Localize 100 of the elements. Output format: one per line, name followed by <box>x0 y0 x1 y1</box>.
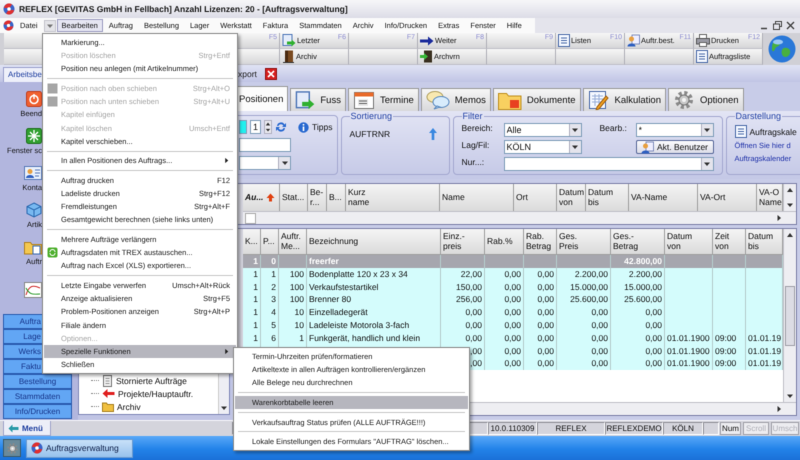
column-header[interactable]: Ges.- Betrag <box>611 229 665 255</box>
tab[interactable]: Optionen <box>668 88 744 111</box>
column-header[interactable]: VA-O Name <box>757 184 783 212</box>
toolbar-button[interactable] <box>625 49 694 65</box>
column-header[interactable]: Ort <box>514 184 557 212</box>
table-row[interactable]: 1 6 1 Funkgerät, handlich und klein 0,00 0,00 0,00 0,00 0,00 01.01.1900 09:00 01.01.19 <box>243 332 783 345</box>
column-header[interactable]: Name <box>440 184 514 212</box>
table-row[interactable]: 1 2 100 Verkaufstestartikel 150,00 0,00 0,00 15.000,00 15.000,00 <box>243 280 783 294</box>
tab[interactable]: Termine <box>348 88 419 111</box>
scroll-thumb[interactable] <box>785 286 795 346</box>
column-header[interactable]: Rab. Betrag <box>524 229 557 255</box>
user-button[interactable]: Akt. Benutzer <box>636 140 714 154</box>
column-header[interactable]: Datum von <box>557 184 586 212</box>
dropdown[interactable]: * <box>636 123 714 137</box>
spin-button[interactable] <box>264 120 272 134</box>
dropdown-arrow-icon <box>571 143 579 151</box>
gear-icon <box>6 442 18 454</box>
column-header[interactable]: Stat... <box>280 184 308 212</box>
column-header[interactable]: Be- r... <box>308 184 327 212</box>
notepad-pencil-icon <box>588 90 610 110</box>
scroll-button[interactable] <box>245 212 256 224</box>
square-icon <box>47 96 58 108</box>
table-row[interactable]: 1 3 100 Brenner 80 256,00 0,00 0,00 25.600,00 25.600,00 <box>243 293 783 306</box>
tab[interactable]: Memos <box>420 88 491 111</box>
group-title: Darstellung <box>734 111 782 121</box>
column-header[interactable]: Bezeichnung <box>307 229 441 255</box>
tree-item[interactable]: Archiv <box>117 402 141 412</box>
status-field: Num <box>720 422 741 435</box>
chart-icon[interactable] <box>24 282 42 298</box>
status-field: Scroll <box>743 422 769 435</box>
person-icon <box>640 140 654 154</box>
arrow-up-icon <box>428 128 436 140</box>
sort-field: AUFTRNR <box>350 129 390 139</box>
scroll-up-icon <box>786 231 794 239</box>
tips-link[interactable]: Tipps <box>312 122 332 132</box>
sort-arrow-icon <box>266 193 276 202</box>
dropdown[interactable] <box>504 157 714 171</box>
scroll-right-icon <box>775 405 783 413</box>
toolbar-button[interactable] <box>487 49 556 65</box>
column-header[interactable]: Datum bis <box>746 229 783 255</box>
scroll-down-icon <box>220 404 228 412</box>
column-header[interactable]: Kurz name <box>346 184 440 212</box>
column-header[interactable]: Datum bis <box>586 184 629 212</box>
module-button[interactable]: Stammdaten <box>3 389 72 404</box>
column-header[interactable]: Au... <box>243 184 280 212</box>
toolbar-button[interactable] <box>556 49 625 65</box>
table-row[interactable]: 1 1 100 Bodenplatte 120 x 23 x 34 22,00 0,00 0,00 2.200,00 2.200,00 <box>243 268 783 281</box>
start-button[interactable] <box>3 439 21 457</box>
scroll-right-icon <box>775 214 783 222</box>
document-arrow-icon <box>282 34 296 47</box>
door-arrow-icon <box>420 50 433 63</box>
column-header[interactable]: Datum von <box>665 229 713 255</box>
module-button[interactable]: Bestellung <box>3 374 72 389</box>
tab[interactable]: Fuss <box>290 88 346 111</box>
column-header[interactable]: K... <box>243 229 261 255</box>
tree-item[interactable]: Stornierte Aufträge <box>116 376 187 386</box>
toolbar-item[interactable]: xport <box>238 68 257 78</box>
status-field: KÖLN <box>663 422 703 435</box>
info-icon <box>298 122 310 132</box>
column-header[interactable]: Einz.- preis <box>441 229 485 255</box>
arrow-right-icon <box>420 34 434 46</box>
group-title: Sortierung <box>350 111 394 121</box>
input-field[interactable] <box>239 138 291 152</box>
dropdown[interactable]: Alle <box>504 123 582 137</box>
toolbar-button[interactable] <box>349 49 418 65</box>
door-icon <box>282 50 295 63</box>
scrollbar[interactable] <box>783 184 796 211</box>
column-header[interactable]: Auftr. Me... <box>279 229 307 255</box>
tab[interactable]: Dokumente <box>492 88 581 111</box>
column-header[interactable]: VA-Ort <box>698 184 757 212</box>
input-field[interactable] <box>239 120 247 134</box>
dropdown[interactable] <box>239 156 291 170</box>
module-button[interactable]: Info/Drucken <box>3 404 72 419</box>
column-header[interactable]: Zeit von <box>713 229 746 255</box>
scrollbar[interactable] <box>783 229 796 402</box>
menu-tab[interactable]: Menü <box>3 421 51 436</box>
tree-item[interactable]: Projekte/Hauptauftr. <box>118 388 194 398</box>
window-title: REFLEX [GEVITAS GmbH in Fellbach] Anzahl Lizenzen: 20 - [Auftragsverwaltung] <box>19 4 348 14</box>
column-header[interactable]: Ges. Preis <box>557 229 611 255</box>
refresh-icon[interactable] <box>275 121 288 133</box>
taskbar-button[interactable]: Auftragsverwaltung <box>26 438 133 458</box>
field-label: Bearb.: <box>600 123 628 135</box>
table-row[interactable]: 1 5 10 Ladeleiste Motorola 3-fach 0,00 0,00 0,00 0,00 0,00 <box>243 318 783 332</box>
restore-icon[interactable] <box>773 21 782 30</box>
calendar-button[interactable]: Auftragskale <box>734 122 798 138</box>
tab[interactable]: Kalkulation <box>582 88 666 111</box>
column-header[interactable]: P... <box>261 229 279 255</box>
table-row[interactable]: 1 4 10 Einzelladegerät 0,00 0,00 0,00 0,00 0,00 <box>243 306 783 319</box>
column-header[interactable]: Rab.% <box>485 229 524 255</box>
printer-icon <box>696 34 710 47</box>
close-icon[interactable] <box>786 21 795 30</box>
column-header[interactable]: B... <box>327 184 346 212</box>
arrow-left-icon <box>102 388 115 399</box>
number-field[interactable]: 1 <box>250 120 262 134</box>
contact-card-icon <box>24 165 42 181</box>
dropdown[interactable]: KÖLN <box>504 140 582 154</box>
close-icon[interactable] <box>264 68 277 80</box>
column-header[interactable]: VA-Name <box>629 184 698 212</box>
dropdown-button[interactable] <box>44 20 56 32</box>
scrollbar[interactable] <box>243 211 796 224</box>
